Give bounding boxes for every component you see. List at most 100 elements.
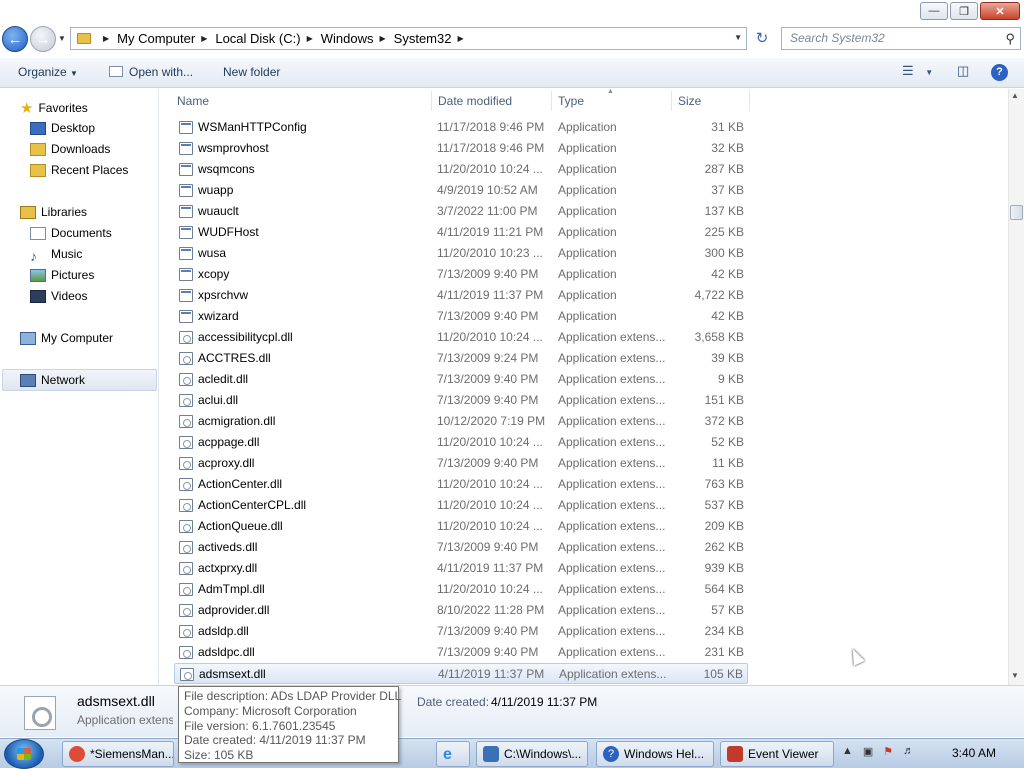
table-row[interactable]: WUDFHost 4/11/2019 11:21 PM Application 225… xyxy=(174,222,748,243)
search-icon[interactable]: ⚲ xyxy=(1005,31,1015,47)
open-with-button[interactable]: Open with... xyxy=(109,65,193,79)
column-header-size[interactable]: Size xyxy=(678,94,701,108)
organize-button[interactable]: Organize ▼ xyxy=(18,65,78,79)
table-row[interactable]: wuapp 4/9/2019 10:52 AM Application 37 KB xyxy=(174,180,748,201)
minimize-button[interactable]: — xyxy=(920,2,948,20)
breadcrumb-separator[interactable]: ▶ xyxy=(97,34,117,43)
dll-file-icon xyxy=(179,373,193,386)
chevron-right-icon[interactable]: ▶ xyxy=(380,34,386,43)
dll-file-icon xyxy=(179,436,193,449)
scrollbar-thumb[interactable] xyxy=(1010,205,1023,220)
table-row[interactable]: acproxy.dll 7/13/2009 9:40 PM Application … xyxy=(174,453,748,474)
nav-music[interactable]: ♪ Music xyxy=(30,247,82,264)
column-divider[interactable] xyxy=(671,91,672,111)
table-row[interactable]: wuauclt 3/7/2022 11:00 PM Application 137 K… xyxy=(174,201,748,222)
table-row[interactable]: accessibilitycpl.dll 11/20/2010 10:24 ...… xyxy=(174,327,748,348)
refresh-button[interactable]: ↻ xyxy=(752,29,772,49)
action-center-icon[interactable]: ⚑ xyxy=(883,745,893,758)
scroll-up-arrow[interactable]: ▲ xyxy=(1011,91,1019,100)
nav-network[interactable]: Network xyxy=(20,373,85,387)
table-row[interactable]: adsmsext.dll 4/11/2019 11:37 PM Applicatio… xyxy=(174,663,748,684)
table-row[interactable]: acledit.dll 7/13/2009 9:40 PM Application … xyxy=(174,369,748,390)
preview-pane-button[interactable]: ◫ xyxy=(957,63,969,79)
application-icon xyxy=(179,142,193,155)
task-label: Event Viewer xyxy=(748,747,819,761)
table-row[interactable]: ActionCenterCPL.dll 11/20/2010 10:24 ... A… xyxy=(174,495,748,516)
search-input[interactable]: Search System32 ⚲ xyxy=(781,27,1021,50)
file-name: xcopy xyxy=(198,267,230,281)
volume-icon[interactable]: ♬ xyxy=(903,745,914,758)
table-row[interactable]: actxprxy.dll 4/11/2019 11:37 PM Applicatio… xyxy=(174,558,748,579)
table-row[interactable]: xcopy 7/13/2009 9:40 PM Application 42 KB xyxy=(174,264,748,285)
column-header-date[interactable]: Date modified xyxy=(438,94,512,108)
nav-pictures[interactable]: Pictures xyxy=(30,268,94,282)
table-row[interactable]: ActionCenter.dll 11/20/2010 10:24 ... Appl… xyxy=(174,474,748,495)
help-button[interactable]: ? xyxy=(991,64,1008,81)
file-name: adsmsext.dll xyxy=(199,667,266,681)
table-row[interactable]: aclui.dll 7/13/2009 9:40 PM Application ex… xyxy=(174,390,748,411)
nav-documents[interactable]: Documents xyxy=(30,226,112,240)
system-tray: ▲ ▣ ⚑ ♬ xyxy=(842,745,914,758)
chevron-right-icon[interactable]: ▶ xyxy=(201,34,207,43)
forward-button[interactable]: → xyxy=(30,26,56,52)
nav-favorites[interactable]: ★ Favorites xyxy=(20,99,88,117)
chevron-right-icon[interactable]: ▶ xyxy=(457,34,463,43)
breadcrumb-local-disk[interactable]: Local Disk (C:) ▶ xyxy=(215,31,320,46)
table-row[interactable]: WSManHTTPConfig 11/17/2018 9:46 PM Applica… xyxy=(174,117,748,138)
chevron-right-icon[interactable]: ▶ xyxy=(307,34,313,43)
table-row[interactable]: acmigration.dll 10/12/2020 7:19 PM Applica… xyxy=(174,411,748,432)
start-button[interactable] xyxy=(4,739,44,769)
new-folder-button[interactable]: New folder xyxy=(223,65,280,79)
network-tray-icon[interactable]: ▣ xyxy=(863,745,873,758)
column-divider[interactable] xyxy=(749,91,750,111)
column-divider[interactable] xyxy=(431,91,432,111)
table-row[interactable]: adprovider.dll 8/10/2022 11:28 PM Applicat… xyxy=(174,600,748,621)
nav-downloads[interactable]: Downloads xyxy=(30,142,110,156)
table-row[interactable]: wusa 11/20/2010 10:23 ... Application 300 K… xyxy=(174,243,748,264)
breadcrumb-my-computer[interactable]: My Computer ▶ xyxy=(117,31,215,46)
taskbar-clock[interactable]: 3:40 AM xyxy=(952,746,996,760)
recent-pages-dropdown[interactable]: ▼ xyxy=(58,34,66,43)
nav-libraries[interactable]: Libraries xyxy=(20,205,87,219)
task-explorer[interactable]: C:\Windows\... xyxy=(476,741,588,767)
table-row[interactable]: adsldp.dll 7/13/2009 9:40 PM Application e… xyxy=(174,621,748,642)
table-row[interactable]: xwizard 7/13/2009 9:40 PM Application 42 KB xyxy=(174,306,748,327)
column-header-name[interactable]: Name xyxy=(177,94,209,108)
table-row[interactable]: ActionQueue.dll 11/20/2010 10:24 ... Appli… xyxy=(174,516,748,537)
vertical-scrollbar[interactable]: ▲ ▼ xyxy=(1008,89,1024,685)
task-windows-help[interactable]: ? Windows Hel... xyxy=(596,741,714,767)
task-ie[interactable]: e xyxy=(436,741,470,767)
table-row[interactable]: ACCTRES.dll 7/13/2009 9:24 PM Application … xyxy=(174,348,748,369)
column-header-type[interactable]: Type xyxy=(558,94,584,108)
nav-videos[interactable]: Videos xyxy=(30,289,87,303)
maximize-button[interactable]: ❐ xyxy=(950,2,978,20)
breadcrumb-system32[interactable]: System32 ▶ xyxy=(394,31,472,46)
close-button[interactable]: ✕ xyxy=(980,2,1020,20)
file-date-modified: 3/7/2022 11:00 PM xyxy=(437,204,538,218)
nav-my-computer[interactable]: My Computer xyxy=(20,331,113,345)
scroll-down-arrow[interactable]: ▼ xyxy=(1011,671,1019,680)
file-type: Application extens... xyxy=(558,498,666,512)
details-date-created-value: 4/11/2019 11:37 PM xyxy=(491,695,598,709)
task-event-viewer[interactable]: Event Viewer xyxy=(720,741,834,767)
file-size: 225 KB xyxy=(704,225,744,239)
show-hidden-icons-icon[interactable]: ▲ xyxy=(842,745,853,758)
address-bar[interactable]: ▶ My Computer ▶ Local Disk (C:) ▶ Windows ▶… xyxy=(70,27,747,50)
column-divider[interactable] xyxy=(551,91,552,111)
table-row[interactable]: AdmTmpl.dll 11/20/2010 10:24 ... Applicati… xyxy=(174,579,748,600)
table-row[interactable]: adsldpc.dll 7/13/2009 9:40 PM Application … xyxy=(174,642,748,663)
table-row[interactable]: xpsrchvw 4/11/2019 11:37 PM Application 4,7… xyxy=(174,285,748,306)
table-row[interactable]: acppage.dll 11/20/2010 10:24 ... Applicati… xyxy=(174,432,748,453)
address-history-dropdown[interactable]: ▼ xyxy=(734,33,742,42)
nav-recent-places[interactable]: Recent Places xyxy=(30,163,128,177)
table-row[interactable]: activeds.dll 7/13/2009 9:40 PM Application… xyxy=(174,537,748,558)
breadcrumb-windows[interactable]: Windows ▶ xyxy=(321,31,394,46)
nav-label: Videos xyxy=(51,289,88,303)
desktop-icon xyxy=(30,121,46,135)
back-button[interactable]: ← xyxy=(2,26,28,52)
view-options-button[interactable]: ☰ ▼ xyxy=(902,63,933,79)
table-row[interactable]: wsqmcons 11/20/2010 10:24 ... Application 2… xyxy=(174,159,748,180)
nav-desktop[interactable]: Desktop xyxy=(30,121,95,135)
table-row[interactable]: wsmprovhost 11/17/2018 9:46 PM Application… xyxy=(174,138,748,159)
task-siemens[interactable]: *SiemensMan... xyxy=(62,741,174,767)
